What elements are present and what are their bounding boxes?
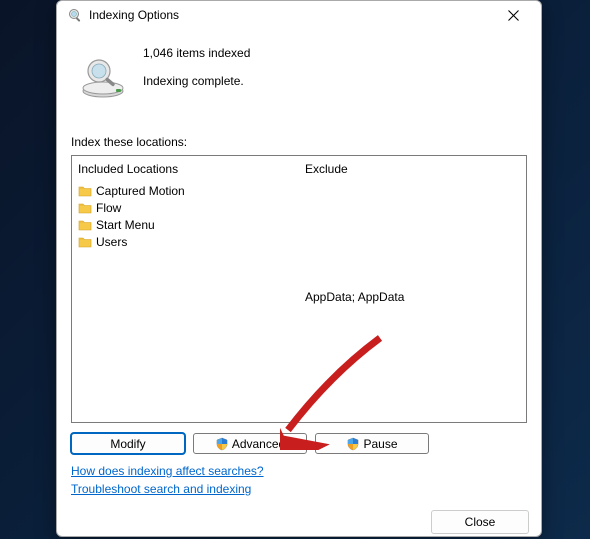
folder-icon [78,236,92,248]
exclude-value [305,271,520,288]
status-row: 1,046 items indexed Indexing complete. [71,35,527,111]
list-item[interactable]: Users [78,233,293,250]
list-item[interactable]: Start Menu [78,216,293,233]
included-header: Included Locations [78,160,293,182]
folder-icon [78,202,92,214]
exclude-header: Exclude [305,160,520,182]
exclude-column: Exclude AppData; AppData [299,156,526,422]
close-dialog-button[interactable]: Close [431,510,529,534]
close-button[interactable] [491,1,535,29]
list-item[interactable]: Captured Motion [78,182,293,199]
indexing-state: Indexing complete. [143,71,250,91]
modify-label: Modify [110,437,145,451]
location-name: Flow [96,201,121,215]
advanced-label: Advanced [232,437,285,451]
included-column: Included Locations Captured Motion Flow St… [72,156,299,422]
indexing-options-dialog: Indexing Options 1,046 items inde [56,0,542,537]
dialog-content: 1,046 items indexed Indexing complete. I… [57,29,541,508]
indexed-count: 1,046 items indexed [143,43,250,63]
dialog-footer: Close [57,508,541,536]
magnifier-drive-icon [79,53,127,101]
exclude-value: AppData; AppData [305,288,520,305]
location-name: Users [96,235,127,249]
locations-label: Index these locations: [71,135,527,149]
status-text: 1,046 items indexed Indexing complete. [143,39,250,91]
exclude-value [305,237,520,254]
titlebar: Indexing Options [57,1,541,29]
shield-icon [346,437,360,451]
locations-list[interactable]: Included Locations Captured Motion Flow St… [71,155,527,423]
folder-icon [78,185,92,197]
help-link[interactable]: How does indexing affect searches? [71,464,264,478]
advanced-button[interactable]: Advanced [193,433,307,454]
list-item[interactable]: Flow [78,199,293,216]
close-icon [508,10,519,21]
indexing-options-icon [67,7,83,23]
exclude-value [305,254,520,271]
location-name: Start Menu [96,218,155,232]
location-name: Captured Motion [96,184,185,198]
pause-button[interactable]: Pause [315,433,429,454]
button-row: Modify Advanced [71,433,527,454]
pause-label: Pause [363,437,397,451]
help-links: How does indexing affect searches? Troub… [71,462,527,498]
folder-icon [78,219,92,231]
dialog-title: Indexing Options [89,8,491,22]
shield-icon [215,437,229,451]
troubleshoot-link[interactable]: Troubleshoot search and indexing [71,482,251,496]
modify-button[interactable]: Modify [71,433,185,454]
